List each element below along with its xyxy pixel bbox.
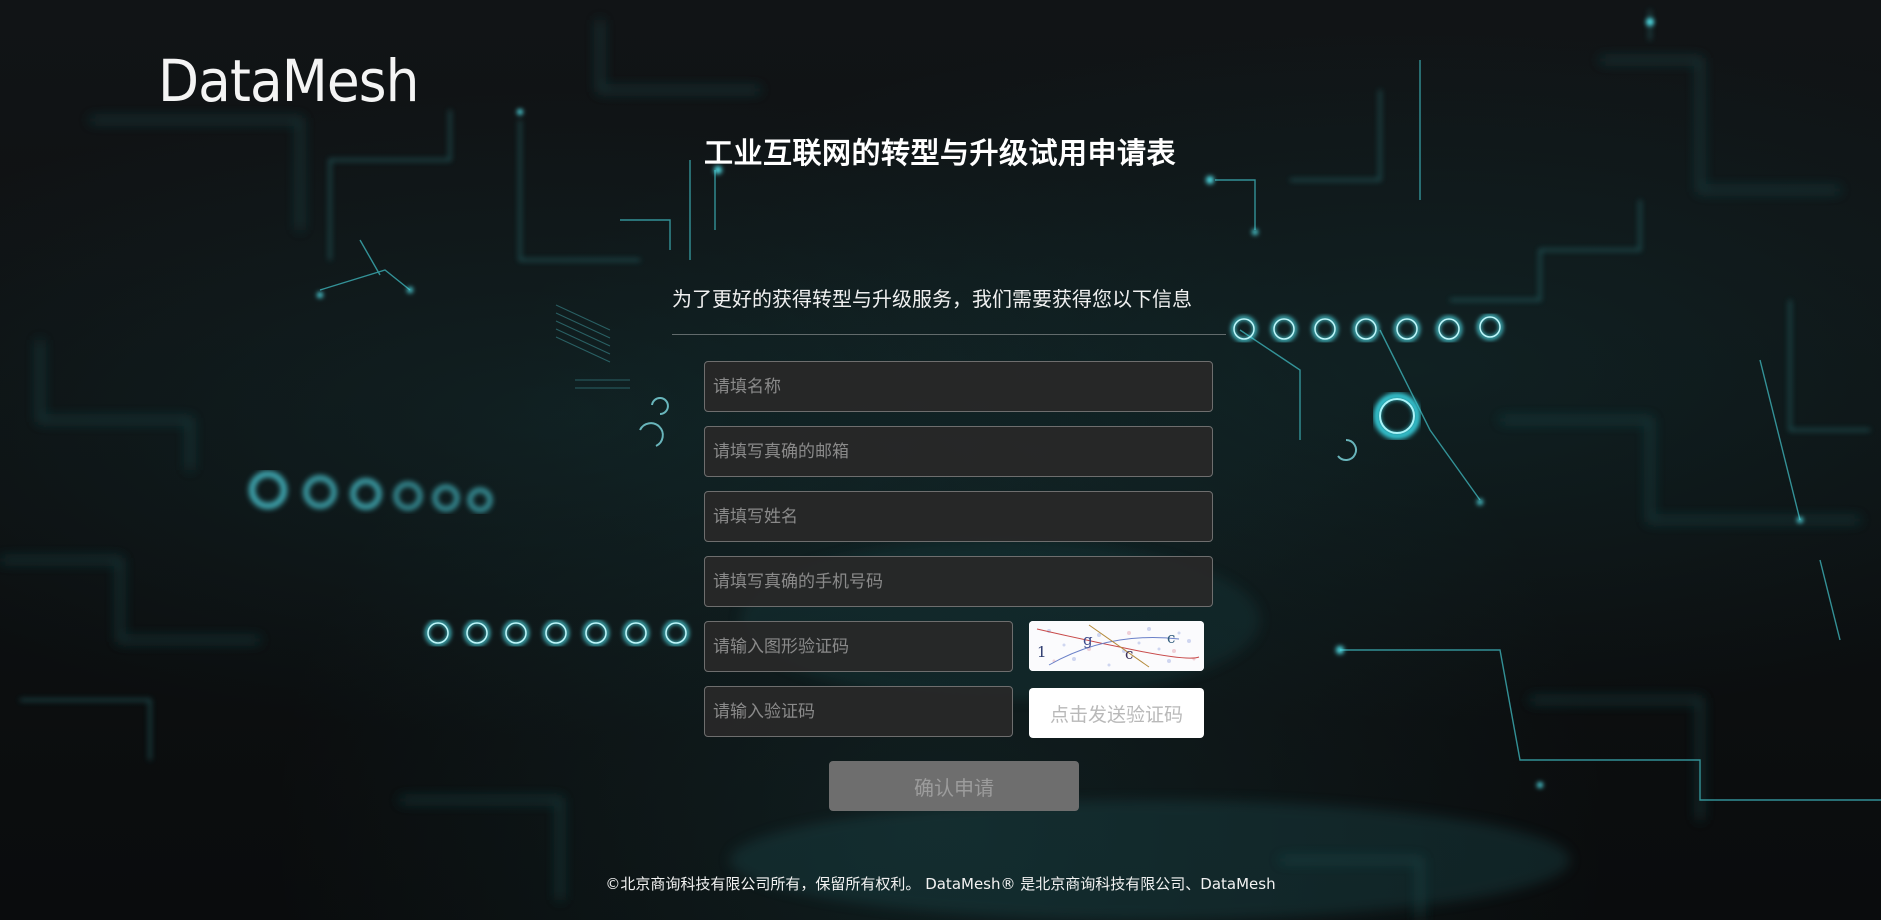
submit-button[interactable]: 确认申请 — [829, 761, 1079, 811]
phone-input[interactable] — [704, 556, 1213, 607]
form-intro-text: 为了更好的获得转型与升级服务，我们需要获得您以下信息 — [672, 287, 1192, 311]
sms-code-input[interactable] — [704, 686, 1013, 737]
footer-copyright: ©北京商询科技有限公司所有，保留所有权利。 DataMesh® 是北京商询科技有… — [605, 875, 1276, 893]
page: DataMesh 工业互联网的转型与升级试用申请表 为了更好的获得转型与升级服务… — [0, 0, 1881, 920]
email-input[interactable] — [704, 426, 1213, 477]
divider — [672, 334, 1226, 335]
captcha-noise-graphic: 1 g c c — [1029, 621, 1204, 671]
captcha-char: g — [1083, 631, 1093, 649]
company-name-input[interactable] — [704, 361, 1213, 412]
form-title: 工业互联网的转型与升级试用申请表 — [704, 136, 1177, 170]
image-captcha-input[interactable] — [704, 621, 1013, 672]
datamesh-logo: DataMesh — [158, 47, 419, 115]
fullname-input[interactable] — [704, 491, 1213, 542]
captcha-char: 1 — [1037, 643, 1047, 661]
captcha-char: c — [1125, 645, 1133, 663]
send-code-button[interactable]: 点击发送验证码 — [1029, 688, 1204, 738]
captcha-char: c — [1167, 629, 1175, 647]
captcha-image[interactable]: 1 g c c — [1029, 621, 1204, 671]
